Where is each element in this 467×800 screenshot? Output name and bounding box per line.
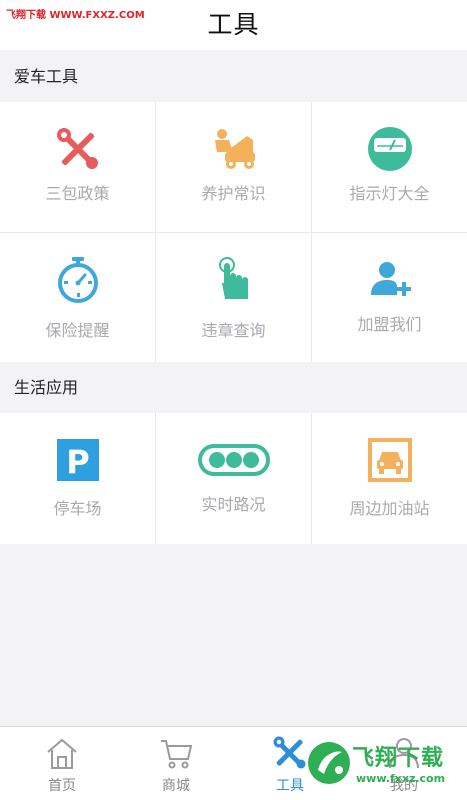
section-title-car-tools: 爱车工具 xyxy=(0,52,467,102)
add-user-icon xyxy=(370,262,411,296)
watermark-bottom: 飞翔下载 www.fxxz.com xyxy=(306,734,464,796)
tab-home[interactable]: 首页 xyxy=(4,727,120,800)
car-repair-icon xyxy=(214,129,255,169)
tool-label: 指示灯大全 xyxy=(349,184,430,203)
tool-join-us[interactable]: 加盟我们 xyxy=(312,233,467,363)
tab-label: 首页 xyxy=(48,778,76,794)
watermark-brand: 飞翔下载 xyxy=(6,10,46,21)
stopwatch-icon xyxy=(57,257,98,303)
watermark-logo-icon xyxy=(308,742,350,784)
traffic-light-icon xyxy=(197,444,270,476)
home-icon xyxy=(47,738,77,769)
tab-mall[interactable]: 商城 xyxy=(118,727,234,800)
watermark-bottom-site: www.fxxz.com xyxy=(356,772,446,785)
tool-label: 违章查询 xyxy=(201,321,266,340)
cart-icon xyxy=(161,740,193,769)
gauge-icon xyxy=(367,127,412,171)
tool-label: 加盟我们 xyxy=(357,315,422,334)
header-bar: 飞翔下载 WWW.FXXZ.COM 工具 xyxy=(0,0,467,50)
watermark-site: WWW.FXXZ.COM xyxy=(49,10,145,21)
app-realtime-traffic[interactable]: 实时路况 xyxy=(156,413,311,543)
app-label: 停车场 xyxy=(53,499,102,518)
tool-label: 保险提醒 xyxy=(45,321,110,340)
life-apps-grid: P 停车场 实时路况 周边加油站 xyxy=(0,413,467,544)
watermark-top: 飞翔下载 WWW.FXXZ.COM xyxy=(6,6,145,21)
app-label: 周边加油站 xyxy=(349,499,430,518)
tool-label: 养护常识 xyxy=(201,184,266,203)
car-tools-grid: 三包政策 养护常识 指示灯大全 保险提醒 违章查询 加盟我们 xyxy=(0,102,467,362)
tools-icon xyxy=(273,736,306,769)
tool-indicator-lights[interactable]: 指示灯大全 xyxy=(312,102,467,232)
section-title-life-apps: 生活应用 xyxy=(0,363,467,413)
svg-text:P: P xyxy=(66,443,89,481)
tool-maintenance-tips[interactable]: 养护常识 xyxy=(156,102,311,232)
tool-label: 三包政策 xyxy=(45,184,110,203)
app-nearby-gas-station[interactable]: 周边加油站 xyxy=(312,413,467,543)
watermark-bottom-brand: 飞翔下载 xyxy=(352,746,445,771)
app-parking[interactable]: P 停车场 xyxy=(0,413,155,543)
tool-violation-query[interactable]: 违章查询 xyxy=(156,233,311,363)
app-label: 实时路况 xyxy=(201,495,266,514)
car-station-icon xyxy=(367,438,412,482)
tool-warranty-policy[interactable]: 三包政策 xyxy=(0,102,155,232)
tab-label: 商城 xyxy=(162,778,190,794)
parking-icon: P xyxy=(56,439,99,481)
tools-icon xyxy=(56,128,98,169)
hand-pointer-icon xyxy=(218,257,248,299)
tool-insurance-reminder[interactable]: 保险提醒 xyxy=(0,233,155,363)
